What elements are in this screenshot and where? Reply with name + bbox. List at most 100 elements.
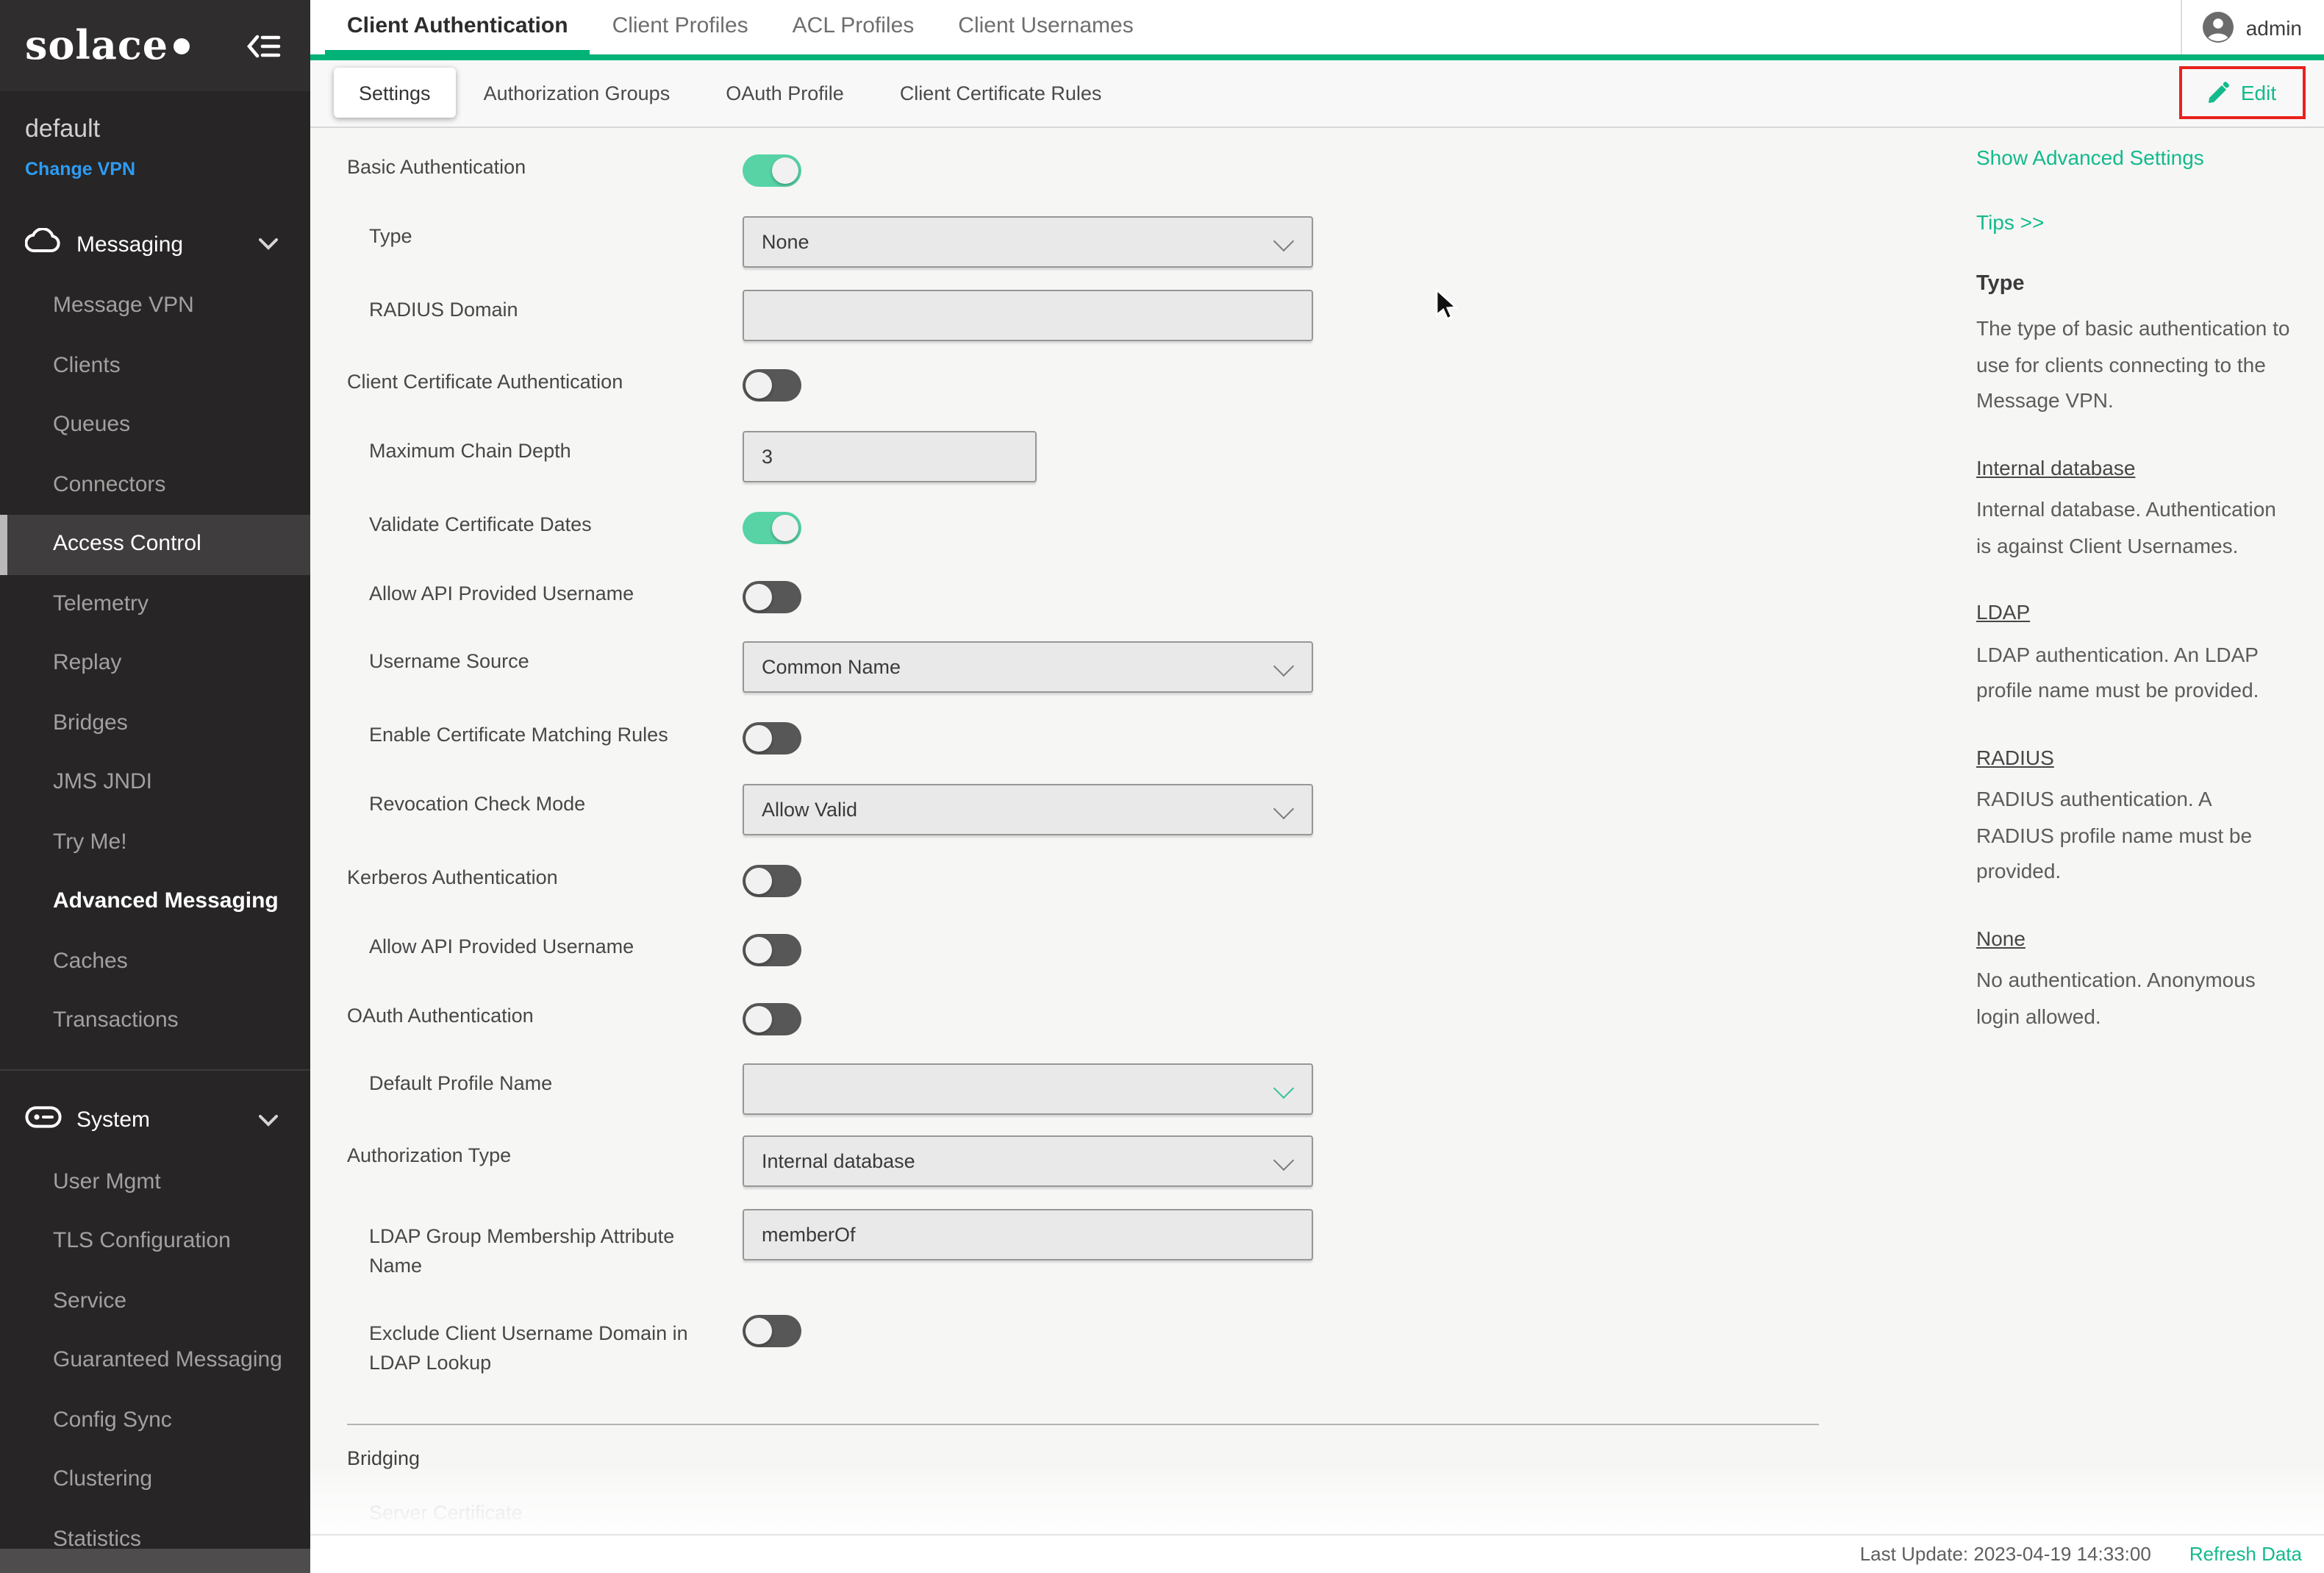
sidebar-item-jms-jndi[interactable]: JMS JNDI (0, 753, 310, 813)
tips-panel: Show Advanced Settings Tips >> Type The … (1976, 146, 2294, 1065)
sidebar-item-guaranteed-messaging[interactable]: Guaranteed Messaging (0, 1331, 310, 1391)
tab-client-authentication[interactable]: Client Authentication (325, 0, 590, 54)
sidebar-bottom-strip (0, 1548, 310, 1573)
content-fade-overlay (310, 1463, 2324, 1534)
username-label: admin (2246, 15, 2302, 39)
sidebar-item-caches[interactable]: Caches (0, 932, 310, 991)
authorization-type-value: Internal database (762, 1150, 915, 1172)
sidebar-item-clients[interactable]: Clients (0, 336, 310, 396)
chevron-down-icon (259, 231, 278, 257)
solace-logo-dot (173, 38, 189, 54)
field-label-radius-domain: RADIUS Domain (369, 296, 728, 324)
sidebar-item-telemetry[interactable]: Telemetry (0, 574, 310, 634)
field-label-validate-certificate-dates: Validate Certificate Dates (369, 510, 728, 539)
edit-button[interactable]: Edit (2207, 80, 2276, 104)
toggle-knob (746, 725, 772, 752)
chevron-down-icon (1273, 1078, 1294, 1099)
revocation-check-mode-select[interactable]: Allow Valid (743, 784, 1313, 835)
sidebar-item-replay[interactable]: Replay (0, 634, 310, 693)
sidebar-item-config-sync[interactable]: Config Sync (0, 1391, 310, 1450)
kerberos-authentication-toggle[interactable] (743, 865, 801, 897)
chevron-down-icon (1273, 231, 1294, 252)
validate-certificate-dates-toggle[interactable] (743, 512, 801, 544)
status-footer: Last Update: 2023-04-19 14:33:00 Refresh… (310, 1534, 2324, 1573)
default-profile-name-select[interactable] (743, 1063, 1313, 1115)
subtab-oauth-profile[interactable]: OAuth Profile (698, 82, 872, 104)
cloud-icon (25, 228, 62, 260)
tips-term-radius: RADIUS (1976, 739, 2054, 775)
field-label-allow-api-provided-username: Allow API Provided Username (369, 579, 728, 608)
refresh-data-link[interactable]: Refresh Data (2189, 1544, 2302, 1566)
allow-api-provided-username-toggle[interactable] (743, 581, 801, 613)
sidebar-collapse-icon[interactable] (247, 33, 281, 58)
revocation-check-mode-value: Allow Valid (762, 799, 857, 821)
sidebar-section-messaging[interactable]: Messaging (0, 212, 310, 277)
field-label-basic-authentication: Basic Authentication (347, 153, 706, 182)
mouse-cursor (1434, 288, 1462, 324)
vpn-block: default Change VPN (0, 91, 310, 212)
sidebar-item-connectors[interactable]: Connectors (0, 455, 310, 515)
subtab-client-certificate-rules[interactable]: Client Certificate Rules (872, 82, 1130, 104)
ldap-group-membership-attribute-name-value: memberOf (762, 1224, 856, 1246)
sidebar-divider (0, 1069, 310, 1070)
field-label-enable-certificate-matching-rules: Enable Certificate Matching Rules (369, 721, 728, 749)
maximum-chain-depth-input[interactable]: 3 (743, 431, 1037, 482)
username-source-value: Common Name (762, 656, 901, 678)
sidebar-item-advanced-messaging[interactable]: Advanced Messaging (0, 872, 310, 932)
oauth-authentication-toggle[interactable] (743, 1003, 801, 1035)
sidebar-item-user-mgmt[interactable]: User Mgmt (0, 1152, 310, 1212)
sidebar-item-try-me[interactable]: Try Me! (0, 813, 310, 872)
exclude-client-username-domain-toggle[interactable] (743, 1315, 801, 1347)
tab-client-usernames[interactable]: Client Usernames (936, 0, 1155, 54)
ldap-group-membership-attribute-name-input[interactable]: memberOf (743, 1209, 1313, 1260)
field-label-allow-api-provided-username-kerberos: Allow API Provided Username (369, 932, 728, 961)
type-select[interactable]: None (743, 216, 1313, 268)
toggle-knob (772, 515, 798, 541)
subtab-authorization-groups[interactable]: Authorization Groups (456, 82, 698, 104)
subtab-settings[interactable]: Settings (334, 68, 456, 118)
tab-acl-profiles[interactable]: ACL Profiles (771, 0, 937, 54)
avatar-icon (2203, 12, 2234, 43)
show-advanced-settings-link[interactable]: Show Advanced Settings (1976, 146, 2294, 169)
sidebar-item-transactions[interactable]: Transactions (0, 991, 310, 1051)
tab-client-profiles[interactable]: Client Profiles (590, 0, 771, 54)
enable-certificate-matching-rules-toggle[interactable] (743, 722, 801, 755)
maximum-chain-depth-value: 3 (762, 446, 773, 468)
field-label-authorization-type: Authorization Type (347, 1141, 706, 1170)
field-label-type: Type (369, 222, 728, 251)
sidebar-item-access-control[interactable]: Access Control (0, 515, 310, 574)
sidebar-section-label: Messaging (76, 232, 183, 257)
sidebar-item-bridges[interactable]: Bridges (0, 693, 310, 753)
sidebar-item-tls-configuration[interactable]: TLS Configuration (0, 1212, 310, 1271)
client-certificate-authentication-toggle[interactable] (743, 369, 801, 402)
tips-link[interactable]: Tips >> (1976, 210, 2294, 234)
sidebar-item-message-vpn[interactable]: Message VPN (0, 277, 310, 336)
username-source-select[interactable]: Common Name (743, 641, 1313, 693)
field-label-kerberos-authentication: Kerberos Authentication (347, 863, 706, 892)
radius-domain-input[interactable] (743, 290, 1313, 341)
kerberos-allow-api-provided-username-toggle[interactable] (743, 934, 801, 966)
last-update-label: Last Update: 2023-04-19 14:33:00 (1860, 1544, 2151, 1566)
field-label-maximum-chain-depth: Maximum Chain Depth (369, 437, 728, 466)
chevron-down-icon (1273, 799, 1294, 819)
sidebar-item-queues[interactable]: Queues (0, 396, 310, 455)
toggle-knob (746, 372, 772, 399)
solace-broker-manager: solace default Change VPN Messaging Mess… (0, 0, 2324, 1573)
chevron-down-icon (259, 1107, 278, 1133)
authorization-type-select[interactable]: Internal database (743, 1135, 1313, 1187)
sidebar-section-system[interactable]: System (0, 1088, 310, 1152)
sidebar-item-clustering[interactable]: Clustering (0, 1450, 310, 1510)
chevron-down-icon (1273, 1150, 1294, 1171)
change-vpn-link[interactable]: Change VPN (25, 159, 285, 181)
user-menu[interactable]: admin (2181, 0, 2324, 54)
toggle-knob (746, 1006, 772, 1032)
tips-desc-internal-database: Internal database. Authentication is aga… (1976, 491, 2294, 563)
section-divider (347, 1424, 1819, 1425)
toggle-knob (746, 868, 772, 894)
sidebar-item-service[interactable]: Service (0, 1271, 310, 1331)
field-label-default-profile-name: Default Profile Name (369, 1069, 728, 1098)
tips-term-ldap: LDAP (1976, 594, 2030, 630)
logo-bar: solace (0, 0, 310, 91)
pencil-icon (2207, 80, 2231, 104)
basic-authentication-toggle[interactable] (743, 154, 801, 187)
